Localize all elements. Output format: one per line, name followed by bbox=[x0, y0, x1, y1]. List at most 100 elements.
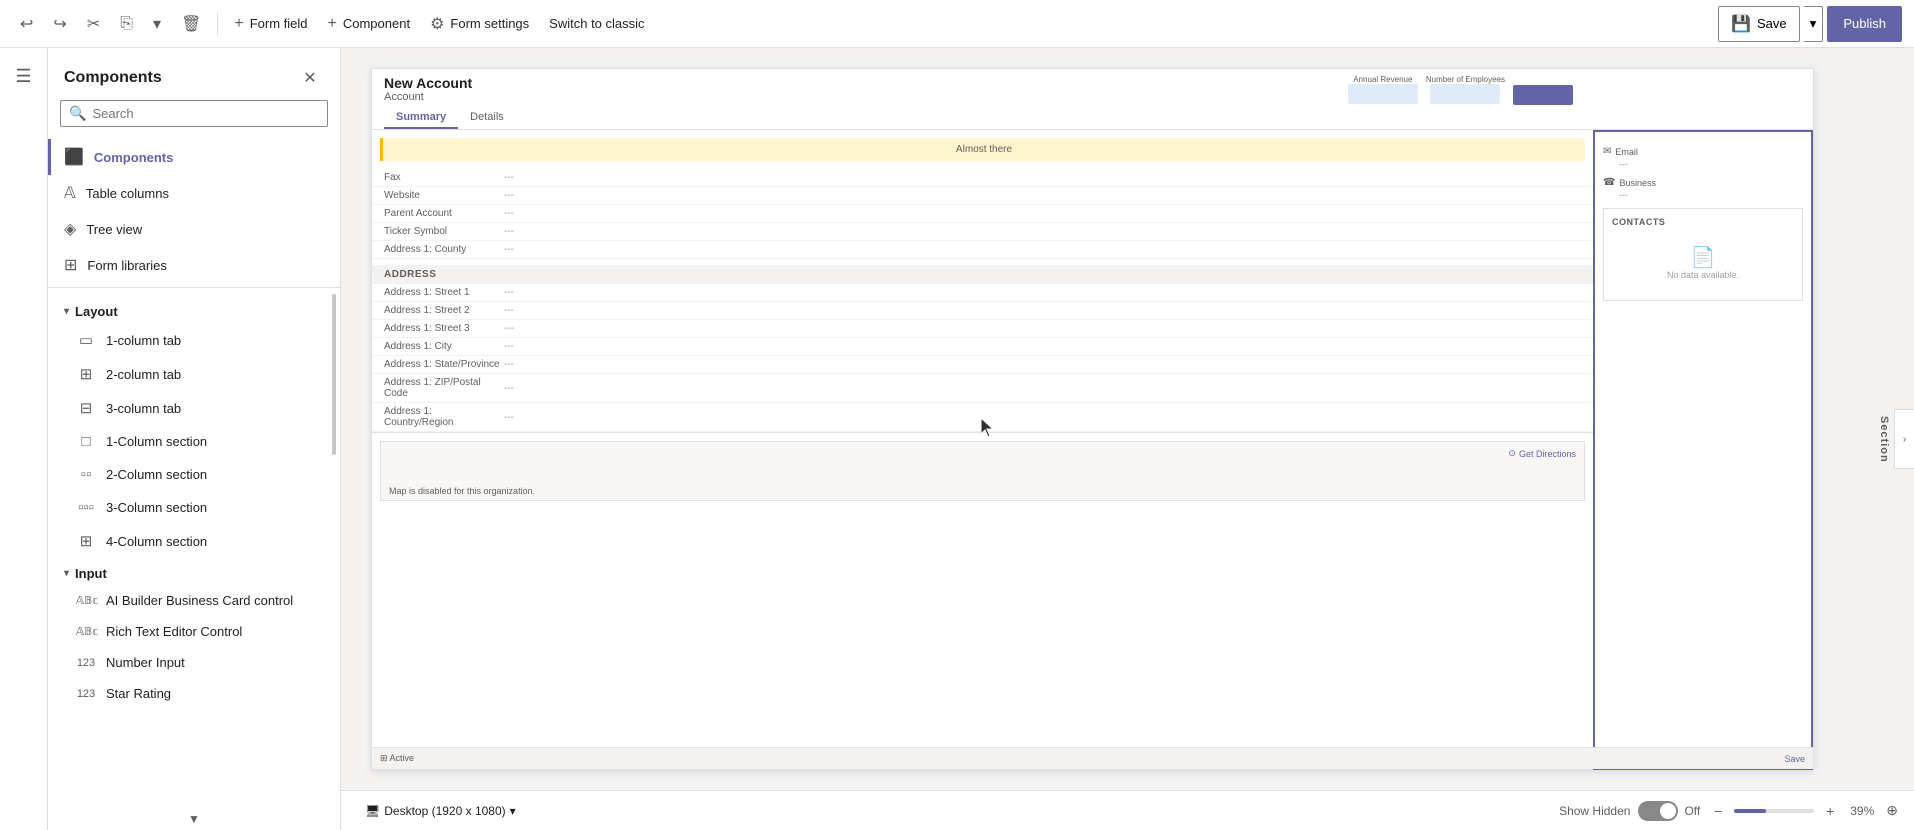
form-settings-button[interactable]: ⚙ Form settings bbox=[422, 6, 537, 42]
map-disabled-text: Map is disabled for this organization. bbox=[389, 486, 535, 496]
rich-text-icon: 𝔸𝔹𝕔 bbox=[76, 625, 96, 638]
field-row-city: Address 1: City --- bbox=[372, 338, 1593, 356]
3col-sec-icon: ▫▫▫ bbox=[76, 499, 96, 516]
comp-1-column-section[interactable]: □ 1-Column section bbox=[48, 425, 340, 458]
undo-button[interactable]: ↩ bbox=[12, 6, 41, 42]
panel-close-button[interactable]: ✕ bbox=[296, 64, 324, 92]
zoom-out-button[interactable]: − bbox=[1708, 801, 1728, 821]
nav-item-tree-view[interactable]: ◈ Tree view bbox=[48, 211, 340, 247]
caret-icon: ▾ bbox=[1810, 16, 1817, 31]
comp-rich-text[interactable]: 𝔸𝔹𝕔 Rich Text Editor Control bbox=[48, 616, 340, 647]
business-label: Business bbox=[1619, 178, 1656, 188]
components-panel: Components ✕ 🔍 ⬛ Components 𝔸 Table colu… bbox=[48, 48, 341, 830]
form-subtitle: Account bbox=[384, 91, 472, 103]
comp-3col-sec-label: 3-Column section bbox=[106, 500, 207, 515]
zoom-level: 39% bbox=[1846, 804, 1878, 818]
zoom-in-button[interactable]: + bbox=[1820, 801, 1840, 821]
publish-button[interactable]: Publish bbox=[1827, 6, 1902, 42]
field-street1-label: Address 1: Street 1 bbox=[384, 287, 504, 298]
main-layout: ☰ Components ✕ 🔍 ⬛ Components 𝔸 Table co… bbox=[0, 48, 1914, 830]
comp-2-column-tab[interactable]: ⊞ 2-column tab bbox=[48, 357, 340, 391]
comp-3-column-tab[interactable]: ⊟ 3-column tab bbox=[48, 391, 340, 425]
comp-ai-builder[interactable]: 𝔸𝔹𝕔 AI Builder Business Card control bbox=[48, 585, 340, 616]
address-section-header: ADDRESS bbox=[372, 265, 1593, 284]
field-street2-label: Address 1: Street 2 bbox=[384, 305, 504, 316]
input-section-header[interactable]: ▾ Input bbox=[48, 558, 340, 585]
tree-icon: ◈ bbox=[64, 219, 76, 239]
form-field-button[interactable]: + Form field bbox=[226, 6, 315, 42]
comp-star-rating[interactable]: 123 Star Rating bbox=[48, 678, 340, 709]
comp-4-column-section[interactable]: ⊞ 4-Column section bbox=[48, 524, 340, 558]
field-street2-value: --- bbox=[504, 305, 1581, 316]
2col-sec-icon: ▫▫ bbox=[76, 466, 96, 483]
desktop-label: Desktop (1920 x 1080) bbox=[384, 804, 505, 818]
save-button[interactable]: 💾 Save bbox=[1718, 6, 1800, 42]
field-county-label: Address 1: County bbox=[384, 244, 504, 255]
cut-button[interactable]: ✂ bbox=[79, 6, 108, 42]
show-hidden-toggle[interactable] bbox=[1638, 801, 1678, 821]
search-box: 🔍 bbox=[60, 100, 328, 127]
save-caret-button[interactable]: ▾ bbox=[1804, 6, 1824, 42]
field-street1-value: --- bbox=[504, 287, 1581, 298]
form-footer: ⊞ Active Save bbox=[372, 747, 1813, 769]
panel-header: Components ✕ bbox=[48, 48, 340, 100]
form-fields-section: Fax --- Website --- Parent Account --- bbox=[372, 169, 1593, 259]
switch-classic-label: Switch to classic bbox=[549, 16, 644, 31]
search-input[interactable] bbox=[92, 106, 319, 121]
redo-button[interactable]: ↪ bbox=[45, 6, 74, 42]
nav-item-form-libraries[interactable]: ⊞ Form libraries bbox=[48, 247, 340, 283]
separator bbox=[217, 12, 218, 36]
form-top-bar: New Account Account Annual Revenue Numbe… bbox=[372, 69, 1813, 130]
panel-title: Components bbox=[64, 69, 162, 87]
tab-details[interactable]: Details bbox=[458, 107, 516, 129]
delete-button[interactable]: 🗑 bbox=[173, 6, 209, 42]
field-fax-label: Fax bbox=[384, 172, 504, 183]
nav-item-table-columns[interactable]: 𝔸 Table columns bbox=[48, 175, 340, 211]
alert-text: Almost there bbox=[956, 144, 1012, 155]
component-button[interactable]: + Component bbox=[320, 6, 419, 42]
1col-tab-icon: ▭ bbox=[76, 331, 96, 349]
field-city-label: Address 1: City bbox=[384, 341, 504, 352]
comp-2-column-section[interactable]: ▫▫ 2-Column section bbox=[48, 458, 340, 491]
scroll-down-icon: ▼ bbox=[188, 812, 200, 826]
contacts-empty-text: No data available. bbox=[1667, 270, 1739, 280]
comp-2col-sec-label: 2-Column section bbox=[106, 467, 207, 482]
fit-icon: ⊕ bbox=[1886, 802, 1898, 818]
delete-icon: 🗑 bbox=[181, 14, 201, 34]
comp-number-input[interactable]: 123 Number Input bbox=[48, 647, 340, 678]
switch-classic-button[interactable]: Switch to classic bbox=[541, 6, 652, 42]
layout-toggle-icon: ▾ bbox=[64, 306, 69, 317]
comp-1col-sec-label: 1-Column section bbox=[106, 434, 207, 449]
copy-dropdown-button[interactable]: ▾ bbox=[145, 6, 169, 42]
field-zip-value: --- bbox=[504, 383, 1581, 394]
tab-summary[interactable]: Summary bbox=[384, 107, 458, 129]
field-parent-label: Parent Account bbox=[384, 208, 504, 219]
copy-icon: ⎘ bbox=[120, 15, 133, 33]
chart-2: Number of Employees bbox=[1426, 75, 1505, 105]
4col-sec-icon: ⊞ bbox=[76, 532, 96, 550]
desktop-button[interactable]: 🖥 Desktop (1920 x 1080) ▾ bbox=[357, 800, 524, 822]
field-row-website: Website --- bbox=[372, 187, 1593, 205]
chart-2-label: Number of Employees bbox=[1426, 75, 1505, 84]
search-icon: 🔍 bbox=[69, 105, 86, 122]
comp-1-column-tab[interactable]: ▭ 1-column tab bbox=[48, 323, 340, 357]
fit-to-screen-button[interactable]: ⊕ bbox=[1886, 802, 1898, 819]
right-panel-collapse-button[interactable]: › bbox=[1894, 409, 1914, 469]
zoom-slider[interactable] bbox=[1734, 809, 1814, 813]
get-directions-link[interactable]: ⊙ Get Directions bbox=[1508, 448, 1576, 459]
email-label: Email bbox=[1615, 147, 1638, 157]
directions-text: Get Directions bbox=[1519, 449, 1576, 459]
comp-3-column-section[interactable]: ▫▫▫ 3-Column section bbox=[48, 491, 340, 524]
form-tabs: Summary Details bbox=[384, 107, 1801, 129]
field-row-fax: Fax --- bbox=[372, 169, 1593, 187]
field-row-zip: Address 1: ZIP/Postal Code --- bbox=[372, 374, 1593, 403]
hamburger-button[interactable]: ☰ bbox=[4, 56, 44, 96]
show-hidden-label: Show Hidden bbox=[1559, 804, 1630, 818]
copy-button[interactable]: ⎘ bbox=[112, 6, 141, 42]
chart-button bbox=[1513, 85, 1573, 105]
comp-rich-text-label: Rich Text Editor Control bbox=[106, 624, 242, 639]
form-title: New Account bbox=[384, 75, 472, 91]
table-icon: 𝔸 bbox=[64, 183, 76, 203]
layout-section-header[interactable]: ▾ Layout bbox=[48, 296, 340, 323]
nav-item-components[interactable]: ⬛ Components bbox=[48, 139, 340, 175]
